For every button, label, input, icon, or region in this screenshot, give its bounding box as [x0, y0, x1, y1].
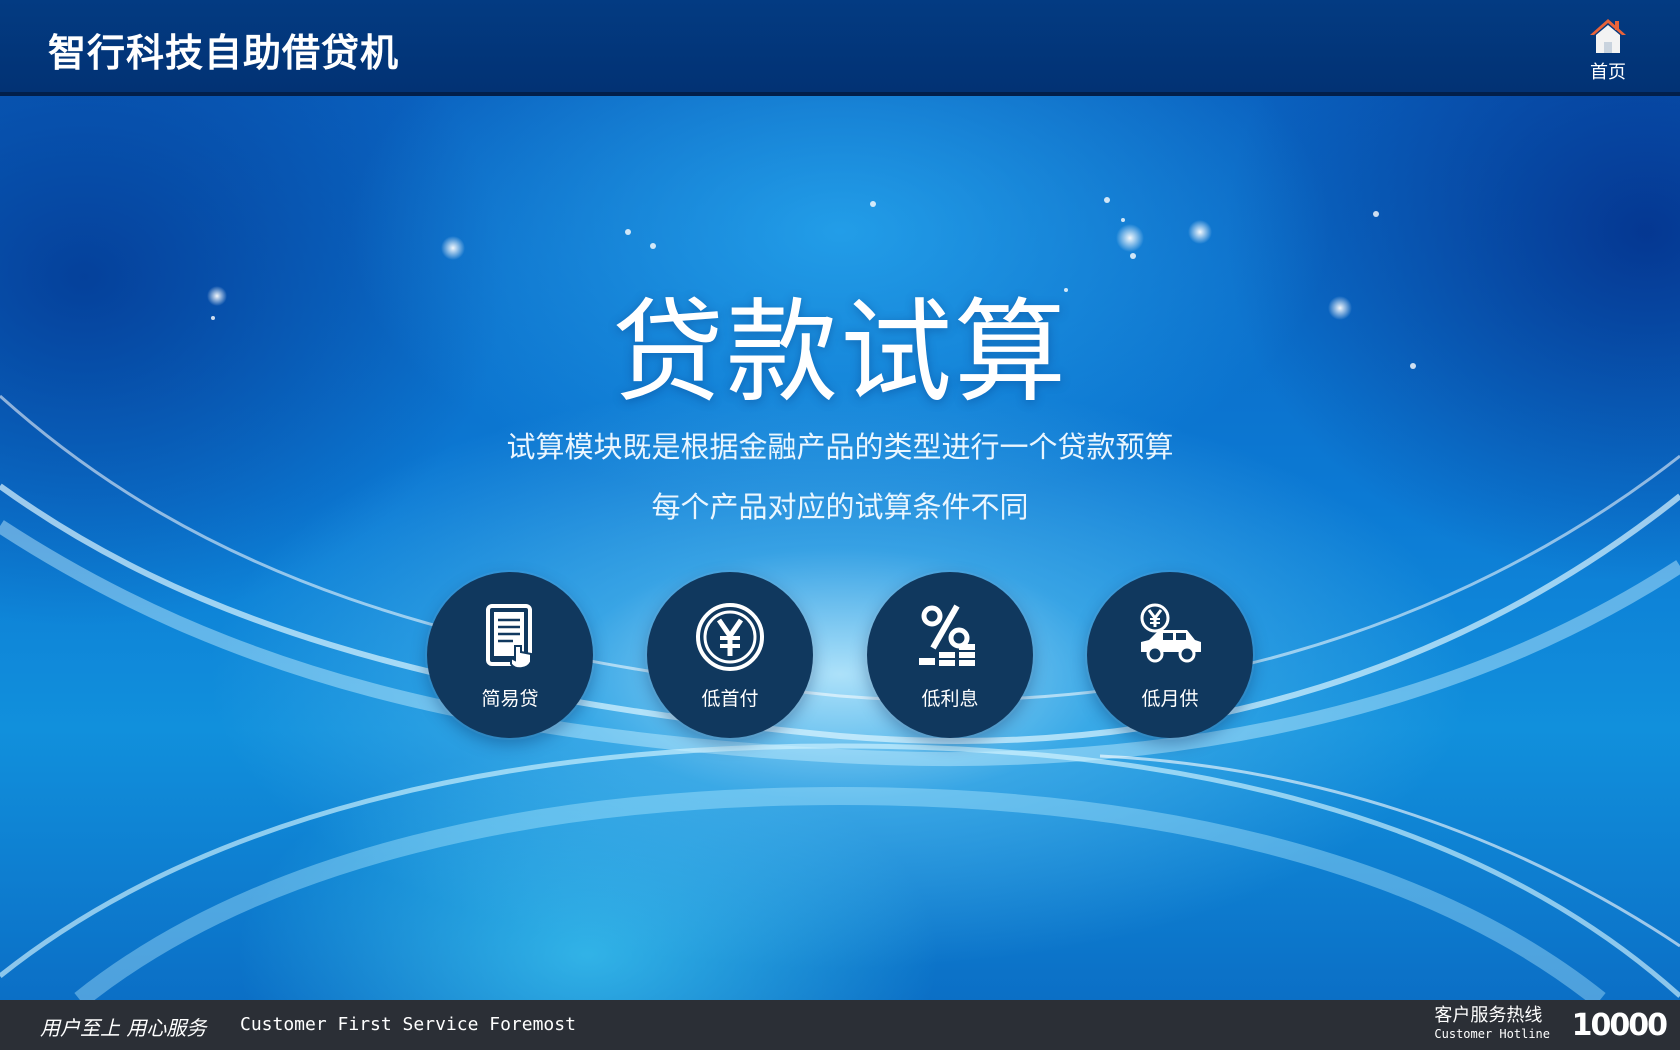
feature-label: 低首付: [701, 688, 759, 710]
feature-button-low-interest[interactable]: 低利息: [867, 572, 1033, 738]
percent-coins-icon: [919, 604, 975, 666]
top-header-bar: 智行科技自助借贷机 首页: [0, 0, 1680, 96]
home-button[interactable]: 首页: [1576, 16, 1640, 86]
hotline-label-english: Customer Hotline: [1434, 1027, 1550, 1041]
home-label: 首页: [1590, 62, 1626, 83]
hotline-label-chinese: 客户服务热线: [1434, 1005, 1543, 1026]
feature-label: 低月供: [1141, 688, 1199, 710]
feature-button-low-down-payment[interactable]: 低首付: [647, 572, 813, 738]
feature-label: 低利息: [921, 688, 979, 710]
feature-button-low-monthly-payment[interactable]: 低月供: [1087, 572, 1253, 738]
description-line-1: 试算模块既是根据金融产品的类型进行一个贷款预算: [506, 430, 1174, 464]
loan-calculator-screen: 智行科技自助借贷机 首页 贷款试算 试算模块既是根据金融产品的类型进行一个贷款预…: [0, 0, 1680, 1050]
background-scene: [0, 96, 1680, 1000]
hotline-number: 10000: [1571, 1008, 1668, 1043]
car-yen-icon: [1140, 603, 1201, 663]
feature-button-easy-loan[interactable]: 简易贷: [427, 572, 593, 738]
feature-label: 简易贷: [481, 688, 539, 710]
feature-buttons: 简易贷 低首付 低利息 低月供: [427, 572, 1253, 738]
page-title: 贷款试算: [612, 288, 1068, 418]
slogan-english: Customer First Service Foremost: [240, 1014, 576, 1035]
hotline-label: 客户服务热线 Customer Hotline: [1434, 1006, 1550, 1042]
tablet-touch-icon: [486, 604, 532, 670]
yen-coin-icon: [696, 603, 764, 671]
slogan-chinese: 用户至上 用心服务: [40, 1016, 207, 1040]
footer-bar: 用户至上 用心服务 Customer First Service Foremos…: [0, 1000, 1680, 1050]
background-light-arcs: [0, 197, 1680, 1000]
home-icon: [1590, 19, 1626, 53]
app-title: 智行科技自助借贷机: [48, 31, 400, 75]
description-line-2: 每个产品对应的试算条件不同: [651, 490, 1029, 524]
